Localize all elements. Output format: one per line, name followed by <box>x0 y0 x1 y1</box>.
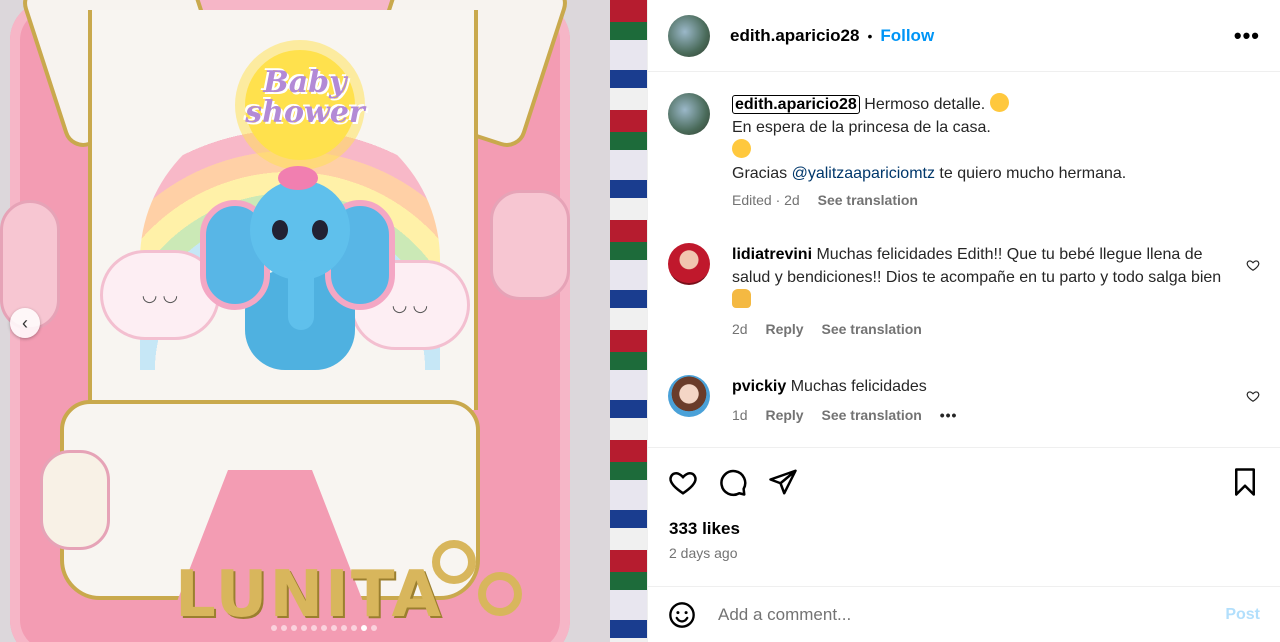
caption-username[interactable]: edith.aparicio28 <box>732 95 860 114</box>
caption-line3-prefix: Gracias <box>732 165 792 182</box>
caption-avatar[interactable] <box>668 93 710 135</box>
reply-button[interactable]: Reply <box>765 407 803 423</box>
comment-input[interactable] <box>718 604 1226 625</box>
chevron-left-icon: ‹ <box>22 312 28 333</box>
caption-line1: Hermoso detalle. <box>864 96 986 113</box>
carousel-dot <box>340 625 347 631</box>
more-options-icon[interactable]: ••• <box>1234 23 1260 49</box>
carousel-dot <box>360 625 367 631</box>
commenter-avatar[interactable] <box>668 375 710 417</box>
comment-composer: Post <box>648 586 1280 642</box>
carousel-dot <box>320 625 327 631</box>
like-comment-heart-icon[interactable] <box>1246 389 1260 403</box>
comment-item: lidiatrevini Muchas felicidades Edith!! … <box>668 243 1260 341</box>
author-avatar[interactable] <box>668 14 710 57</box>
commenter-username[interactable]: lidiatrevini <box>732 246 812 263</box>
pacifier-charm <box>40 450 110 550</box>
carousel-dot <box>290 625 297 631</box>
commenter-username[interactable]: pvickiy <box>732 378 786 395</box>
carousel-dot <box>270 625 277 631</box>
like-comment-heart-icon[interactable] <box>1246 258 1260 272</box>
comment-time: 2d <box>732 321 748 337</box>
post-button[interactable]: Post <box>1225 606 1260 624</box>
post-media[interactable]: Baby shower ◡ ◡ ◡ ◡ LUNITA ‹ <box>0 0 647 642</box>
mention-link[interactable]: @yalitzaapariciomtz <box>792 165 935 182</box>
smiling-hearts-emoji-icon <box>989 93 1009 112</box>
emoji-picker-icon[interactable] <box>668 601 696 629</box>
carousel-dot <box>300 625 307 631</box>
teddy-bear-charm <box>490 190 570 300</box>
elephant-illustration <box>200 166 395 370</box>
carousel-prev-button[interactable]: ‹ <box>10 308 40 338</box>
save-bookmark-icon[interactable] <box>1230 467 1260 497</box>
follow-button[interactable]: Follow <box>880 26 934 46</box>
reply-button[interactable]: Reply <box>765 321 803 337</box>
share-paper-plane-icon[interactable] <box>768 467 798 497</box>
caption-line3-suffix: te quiero mucho hermana. <box>934 165 1127 182</box>
comments-list[interactable]: edith.aparicio28 Hermoso detalle. En esp… <box>648 73 1280 448</box>
caption-line2: En espera de la princesa de la casa. <box>732 119 991 136</box>
gold-ring-2 <box>478 572 522 616</box>
post-side-panel: edith.aparicio28 • Follow ••• edith.apar… <box>647 0 1280 642</box>
comment-bubble-icon[interactable] <box>718 467 748 497</box>
caption-edited-time: Edited · 2d <box>732 192 800 208</box>
post-date[interactable]: 2 days ago <box>669 545 738 561</box>
author-username[interactable]: edith.aparicio28 <box>730 26 859 46</box>
post-actions <box>668 462 1260 502</box>
see-translation-button[interactable]: See translation <box>821 407 921 423</box>
like-heart-icon[interactable] <box>668 467 698 497</box>
carousel-dot <box>350 625 357 631</box>
commenter-avatar[interactable] <box>668 243 710 285</box>
carousel-indicator <box>0 618 647 636</box>
carousel-dot <box>370 625 377 631</box>
header-separator: • <box>867 27 873 44</box>
comment-text: Muchas felicidades <box>786 378 927 395</box>
baby-shower-print: Baby shower ◡ ◡ ◡ ◡ <box>100 50 470 390</box>
post-header: edith.aparicio28 • Follow ••• <box>648 0 1280 72</box>
comment-more-icon[interactable]: ••• <box>940 407 958 423</box>
smiling-hearts-emoji-icon <box>732 139 751 158</box>
baby-shower-text: Baby shower <box>245 65 365 130</box>
carousel-dot <box>330 625 337 631</box>
carousel-dot <box>280 625 287 631</box>
comment-time: 1d <box>732 407 748 423</box>
post-caption: edith.aparicio28 Hermoso detalle. En esp… <box>668 93 1260 212</box>
see-translation-button[interactable]: See translation <box>821 321 921 337</box>
comment-item: pvickiy Muchas felicidades 1d Reply See … <box>668 375 1260 427</box>
caption-see-translation[interactable]: See translation <box>818 192 918 208</box>
folded-hands-emoji-icon <box>732 289 751 308</box>
carousel-dot <box>310 625 317 631</box>
like-count[interactable]: 333 likes <box>669 519 740 539</box>
